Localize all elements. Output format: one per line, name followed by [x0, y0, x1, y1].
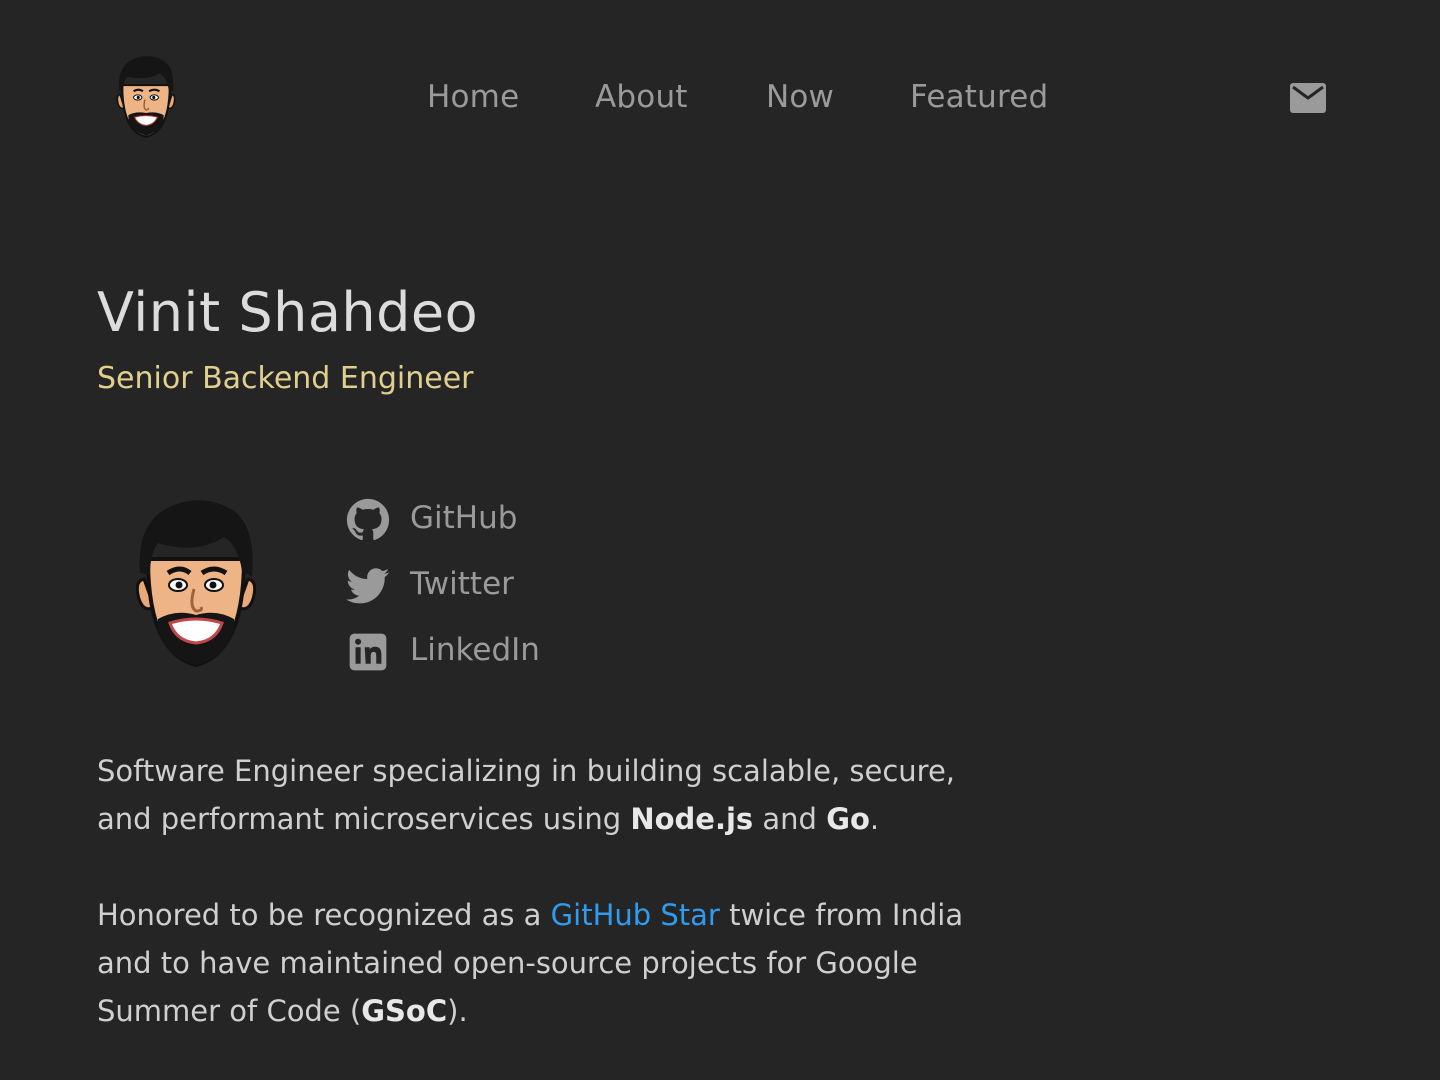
bio-text: . — [869, 802, 880, 836]
bio-paragraph-1: Software Engineer specializing in buildi… — [97, 747, 997, 843]
bio-highlight-gsoc: GSoC — [361, 994, 448, 1028]
nav-about-link[interactable]: About — [595, 76, 688, 118]
bio-highlight-nodejs: Node.js — [630, 802, 754, 836]
job-title: Senior Backend Engineer — [97, 361, 474, 396]
site-logo-avatar-icon[interactable] — [114, 54, 178, 142]
social-link-label: LinkedIn — [410, 632, 540, 668]
mail-icon[interactable] — [1290, 83, 1326, 113]
bio-highlight-go: Go — [826, 802, 870, 836]
github-icon — [346, 498, 390, 541]
social-link-label: GitHub — [410, 500, 518, 536]
bio-paragraph-2: Honored to be recognized as a GitHub Sta… — [97, 891, 997, 1035]
bio-text: Honored to be recognized as a — [97, 898, 551, 932]
nav-now-link[interactable]: Now — [766, 76, 834, 118]
github-star-link[interactable]: GitHub Star — [551, 898, 720, 932]
nav-featured-link[interactable]: Featured — [910, 76, 1048, 118]
nav-home-link[interactable]: Home — [427, 76, 519, 118]
page-title: Vinit Shahdeo — [97, 281, 479, 344]
profile-avatar-icon — [136, 500, 256, 668]
bio-text: ). — [447, 994, 468, 1028]
page: Home About Now Featured Vinit Shahdeo Se… — [0, 0, 1440, 1080]
linkedin-icon — [349, 633, 387, 671]
social-link-label: Twitter — [410, 566, 514, 602]
bio-text: and — [753, 802, 827, 836]
twitter-icon — [346, 568, 390, 604]
